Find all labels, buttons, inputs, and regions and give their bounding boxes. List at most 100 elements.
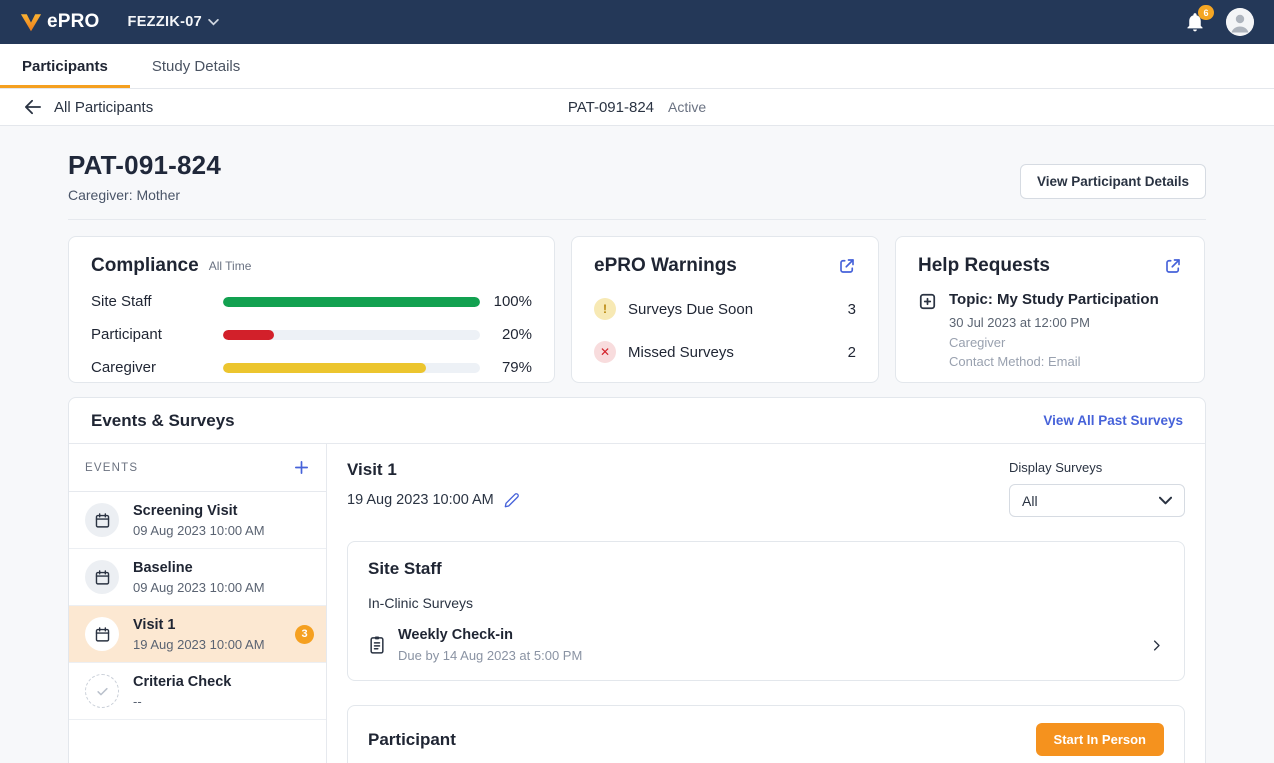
participant-title: Participant — [368, 730, 456, 750]
external-link-icon[interactable] — [838, 257, 856, 275]
help-topic: Topic: My Study Participation — [949, 291, 1159, 308]
warnings-title: ePRO Warnings — [594, 255, 737, 277]
breadcrumb-bar: All Participants PAT-091-824 Active — [0, 89, 1274, 126]
events-surveys-panel: Events & Surveys View All Past Surveys E… — [68, 397, 1206, 763]
compliance-bar-track — [223, 330, 480, 340]
display-surveys-value: All — [1022, 493, 1038, 509]
visit-title: Visit 1 — [347, 460, 520, 480]
app-logo: ePRO — [20, 11, 100, 33]
warning-missed-surveys[interactable]: ✕ Missed Surveys 2 — [594, 341, 856, 363]
help-requests-title: Help Requests — [918, 255, 1050, 277]
user-avatar[interactable] — [1226, 8, 1254, 36]
event-title: Baseline — [133, 560, 265, 576]
site-staff-title: Site Staff — [368, 559, 442, 579]
missed-icon: ✕ — [594, 341, 616, 363]
compliance-row-caregiver: Caregiver 79% — [91, 359, 532, 376]
status-badge: Active — [668, 99, 706, 115]
edit-pencil-icon[interactable] — [504, 492, 520, 508]
request-box-plus-icon — [918, 291, 937, 369]
warning-label: Surveys Due Soon — [628, 301, 753, 318]
survey-due-date: Due by 14 Aug 2023 at 5:00 PM — [398, 648, 582, 663]
start-in-person-button[interactable]: Start In Person — [1036, 723, 1164, 756]
in-clinic-surveys-label: In-Clinic Surveys — [368, 595, 1164, 611]
external-link-icon[interactable] — [1164, 257, 1182, 275]
compliance-percent: 79% — [480, 359, 532, 376]
compliance-bar-track — [223, 297, 480, 307]
survey-name: Weekly Check-in — [398, 627, 582, 643]
compliance-bar-fill — [223, 297, 480, 307]
event-item-screening-visit[interactable]: Screening Visit 09 Aug 2023 10:00 AM — [69, 492, 326, 549]
visit-detail: Visit 1 19 Aug 2023 10:00 AM Display Sur… — [327, 444, 1205, 763]
compliance-row-site-staff: Site Staff 100% — [91, 293, 532, 310]
back-to-all-participants[interactable]: All Participants — [24, 99, 153, 116]
pending-check-icon — [85, 674, 119, 708]
compliance-percent: 100% — [480, 293, 532, 310]
compliance-label: Caregiver — [91, 359, 223, 376]
warning-surveys-due-soon[interactable]: ! Surveys Due Soon 3 — [594, 298, 856, 320]
warning-count: 3 — [848, 301, 856, 318]
breadcrumb-participant-id: PAT-091-824 — [568, 99, 654, 116]
visit-datetime: 19 Aug 2023 10:00 AM — [347, 492, 494, 508]
main-tabbar: Participants Study Details — [0, 44, 1274, 89]
notification-badge: 6 — [1198, 5, 1214, 20]
logo-text: ePRO — [47, 11, 100, 33]
site-staff-section: Site Staff In-Clinic Surveys Weekl — [347, 541, 1185, 681]
event-item-criteria-check[interactable]: Criteria Check -- — [69, 663, 326, 720]
event-date: 09 Aug 2023 10:00 AM — [133, 523, 265, 538]
tab-study-details[interactable]: Study Details — [130, 44, 262, 88]
epro-warnings-card: ePRO Warnings ! Surveys Due Soon 3 ✕ Mis… — [571, 236, 879, 383]
warning-label: Missed Surveys — [628, 344, 734, 361]
help-contact-method: Contact Method: Email — [949, 354, 1159, 369]
calendar-icon — [85, 503, 119, 537]
compliance-label: Site Staff — [91, 293, 223, 310]
compliance-bar-fill — [223, 330, 274, 340]
warning-icon: ! — [594, 298, 616, 320]
compliance-bar-fill — [223, 363, 426, 373]
study-selector[interactable]: FEZZIK-07 — [128, 14, 219, 30]
event-item-visit-1[interactable]: Visit 1 19 Aug 2023 10:00 AM 3 — [69, 606, 326, 663]
event-date: 09 Aug 2023 10:00 AM — [133, 580, 265, 595]
compliance-period: All Time — [209, 259, 252, 273]
events-sidebar: EVENTS Screening Visit 09 Aug 2023 10:00… — [69, 444, 327, 763]
back-label: All Participants — [54, 99, 153, 116]
page-title: PAT-091-824 — [68, 150, 221, 181]
event-date: 19 Aug 2023 10:00 AM — [133, 637, 265, 652]
help-request-item[interactable]: Topic: My Study Participation 30 Jul 202… — [918, 291, 1182, 369]
warning-count: 2 — [848, 344, 856, 361]
event-title: Criteria Check — [133, 674, 231, 690]
event-date: -- — [133, 694, 231, 709]
view-all-past-surveys-link[interactable]: View All Past Surveys — [1043, 413, 1183, 428]
display-surveys-label: Display Surveys — [1009, 460, 1185, 475]
display-surveys-select[interactable]: All — [1009, 484, 1185, 517]
notifications-button[interactable]: 6 — [1184, 11, 1206, 33]
compliance-bar-track — [223, 363, 480, 373]
event-item-baseline[interactable]: Baseline 09 Aug 2023 10:00 AM — [69, 549, 326, 606]
chevron-down-icon — [208, 19, 219, 26]
compliance-title: Compliance — [91, 255, 199, 277]
view-participant-details-button[interactable]: View Participant Details — [1020, 164, 1206, 199]
chevron-down-icon — [1159, 496, 1172, 505]
events-header-label: EVENTS — [85, 462, 138, 474]
compliance-card: Compliance All Time Site Staff 100% Part… — [68, 236, 555, 383]
event-count-badge: 3 — [295, 625, 314, 644]
event-title: Visit 1 — [133, 617, 265, 633]
compliance-label: Participant — [91, 326, 223, 343]
survey-clipboard-icon — [368, 635, 386, 655]
top-nav: ePRO FEZZIK-07 6 — [0, 0, 1274, 44]
veeva-v-icon — [20, 13, 42, 32]
survey-row-weekly-check-in[interactable]: Weekly Check-in Due by 14 Aug 2023 at 5:… — [368, 627, 1164, 663]
help-datetime: 30 Jul 2023 at 12:00 PM — [949, 315, 1159, 330]
help-requester: Caregiver — [949, 335, 1159, 350]
chevron-right-icon — [1149, 638, 1164, 653]
tab-participants[interactable]: Participants — [0, 44, 130, 88]
back-arrow-icon — [24, 99, 42, 115]
add-event-button[interactable] — [293, 459, 310, 476]
breadcrumb: PAT-091-824 Active — [0, 99, 1274, 116]
compliance-percent: 20% — [480, 326, 532, 343]
header-divider — [68, 219, 1206, 220]
help-requests-card: Help Requests Topic: My Study Parti — [895, 236, 1205, 383]
calendar-icon — [85, 560, 119, 594]
caregiver-subtitle: Caregiver: Mother — [68, 187, 221, 203]
participant-section: Participant Start In Person In-Clinic Su… — [347, 705, 1185, 763]
compliance-row-participant: Participant 20% — [91, 326, 532, 343]
